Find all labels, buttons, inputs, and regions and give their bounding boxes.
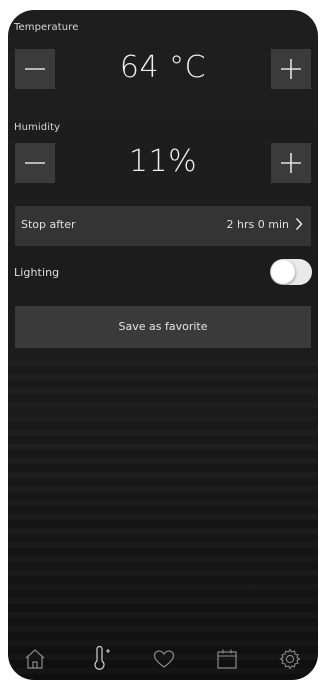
plus-icon: [281, 153, 301, 173]
tab-schedule[interactable]: [212, 644, 242, 674]
calendar-icon: [217, 649, 237, 669]
humidity-label: Humidity: [14, 122, 61, 133]
humidity-decrease-button[interactable]: [15, 143, 55, 183]
humidity-value: 11%: [128, 144, 198, 179]
lighting-label: Lighting: [14, 266, 60, 279]
humidity-increase-button[interactable]: [271, 143, 311, 183]
thermometer-icon: [94, 646, 110, 670]
tab-favorites[interactable]: [149, 644, 179, 674]
temperature-label: Temperature: [14, 22, 79, 33]
heart-icon: [153, 650, 175, 668]
toggle-knob: [271, 260, 295, 284]
tab-settings[interactable]: [275, 644, 305, 674]
tab-climate[interactable]: [86, 644, 116, 674]
save-as-favorite-button[interactable]: Save as favorite: [15, 306, 311, 348]
home-icon: [25, 649, 45, 669]
minus-icon: [25, 162, 45, 164]
bottom-tab-bar: [8, 638, 318, 680]
temperature-increase-button[interactable]: [271, 49, 311, 89]
app-screen: Temperature 64 °C Humidity 11% Stop afte…: [8, 10, 318, 680]
stop-after-value: 2 hrs 0 min: [226, 217, 289, 231]
stop-after-label: Stop after: [21, 218, 76, 231]
plus-icon: [281, 59, 301, 79]
chevron-right-icon: [295, 217, 303, 231]
minus-icon: [25, 68, 45, 70]
stop-after-row[interactable]: Stop after 2 hrs 0 min: [15, 206, 311, 246]
gear-icon: [279, 648, 301, 670]
lighting-toggle[interactable]: [270, 259, 312, 285]
tab-home[interactable]: [20, 644, 50, 674]
temperature-value: 64 °C: [119, 50, 207, 85]
stop-after-value-group: 2 hrs 0 min: [227, 217, 303, 231]
temperature-decrease-button[interactable]: [15, 49, 55, 89]
